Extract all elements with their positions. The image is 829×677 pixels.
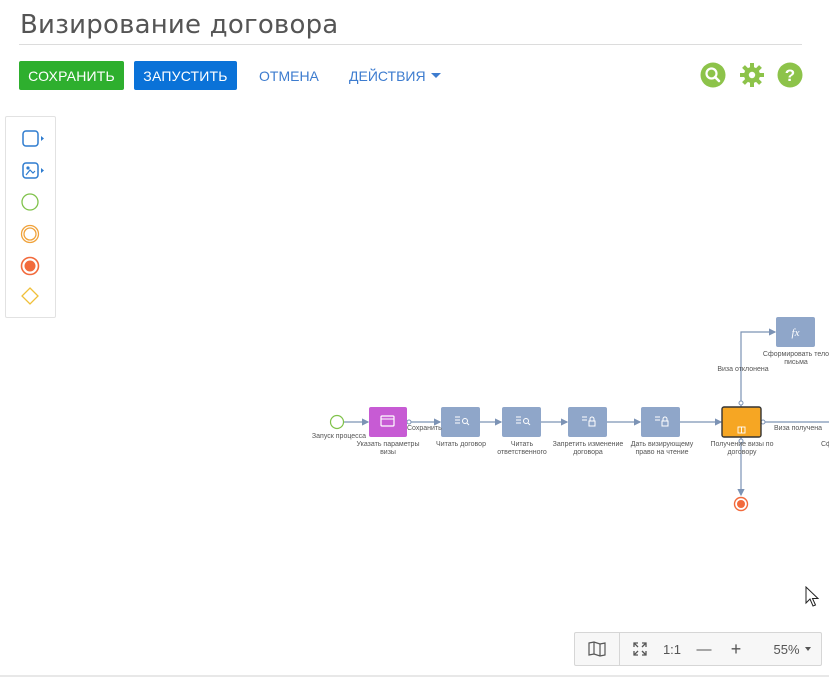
map-icon — [588, 641, 606, 657]
svg-text:fx: fx — [792, 327, 800, 339]
gateway-icon[interactable] — [20, 285, 44, 309]
svg-text:?: ? — [785, 66, 795, 85]
user-task-icon[interactable] — [20, 159, 44, 183]
fit-to-screen-button[interactable] — [627, 633, 653, 665]
zoom-toolbar: 1:1 — + 55% — [574, 632, 822, 666]
actions-label: ДЕЙСТВИЯ — [349, 68, 426, 84]
zoom-level-value: 55% — [773, 641, 800, 657]
start-label: Запуск процесса — [311, 433, 367, 440]
step-label-1: Указать параметры визы — [356, 441, 420, 456]
run-button[interactable]: ЗАПУСТИТЬ — [134, 61, 237, 90]
process-diagram: fx — [329, 317, 829, 512]
gear-icon[interactable] — [739, 62, 765, 88]
step-label-7: Сформировать тело письма — [762, 351, 829, 366]
map-view-button[interactable] — [575, 633, 619, 665]
zoom-out-button[interactable]: — — [691, 633, 717, 665]
fit-screen-icon — [633, 642, 647, 656]
step-label-6: Получение визы по договору — [710, 441, 774, 456]
task-deny-contract-edit[interactable] — [568, 407, 607, 437]
end-event-icon[interactable] — [20, 255, 44, 279]
start-event[interactable] — [329, 414, 345, 430]
zoom-level-select[interactable]: 55% — [767, 633, 817, 665]
search-icon[interactable] — [700, 62, 726, 88]
chevron-down-icon — [804, 647, 811, 651]
cancel-link[interactable]: ОТМЕНА — [259, 68, 319, 84]
step-label-4: Запретить изменение договора — [552, 441, 624, 456]
flow-label-received: Виза получена — [774, 425, 823, 432]
zoom-in-button[interactable]: + — [723, 633, 749, 665]
task-receive-visa[interactable] — [721, 406, 762, 438]
task-set-visa-params[interactable] — [369, 407, 407, 437]
element-palette — [5, 116, 56, 318]
help-icon[interactable]: ? — [777, 62, 803, 88]
chevron-down-icon — [430, 72, 441, 78]
mouse-cursor-icon — [805, 586, 820, 607]
step-label-5: Дать визирующему право на чтение — [630, 441, 694, 456]
flow-label-rejected: Виза отклонена — [717, 366, 769, 373]
end-event[interactable] — [733, 496, 749, 512]
task-read-responsible[interactable] — [502, 407, 541, 437]
step-label-3: Читать ответственного — [497, 441, 547, 456]
task-grant-read-right[interactable] — [641, 407, 680, 437]
save-button[interactable]: СОХРАНИТЬ — [19, 61, 124, 90]
start-event-icon[interactable] — [20, 191, 44, 215]
task-icon[interactable] — [20, 127, 44, 151]
actions-dropdown[interactable]: ДЕЙСТВИЯ — [349, 68, 441, 84]
zoom-separator — [619, 633, 620, 665]
flow-label-save: Сохранить — [407, 425, 442, 432]
step-label-2: Читать договор — [436, 441, 486, 448]
intermediate-event-icon[interactable] — [20, 223, 44, 247]
title-divider — [19, 44, 802, 45]
actual-size-button[interactable]: 1:1 — [659, 633, 685, 665]
step-label-8-partial: Сф — [821, 441, 829, 448]
page-title: Визирование договора — [20, 10, 339, 40]
task-build-email-body[interactable]: fx — [776, 317, 815, 347]
